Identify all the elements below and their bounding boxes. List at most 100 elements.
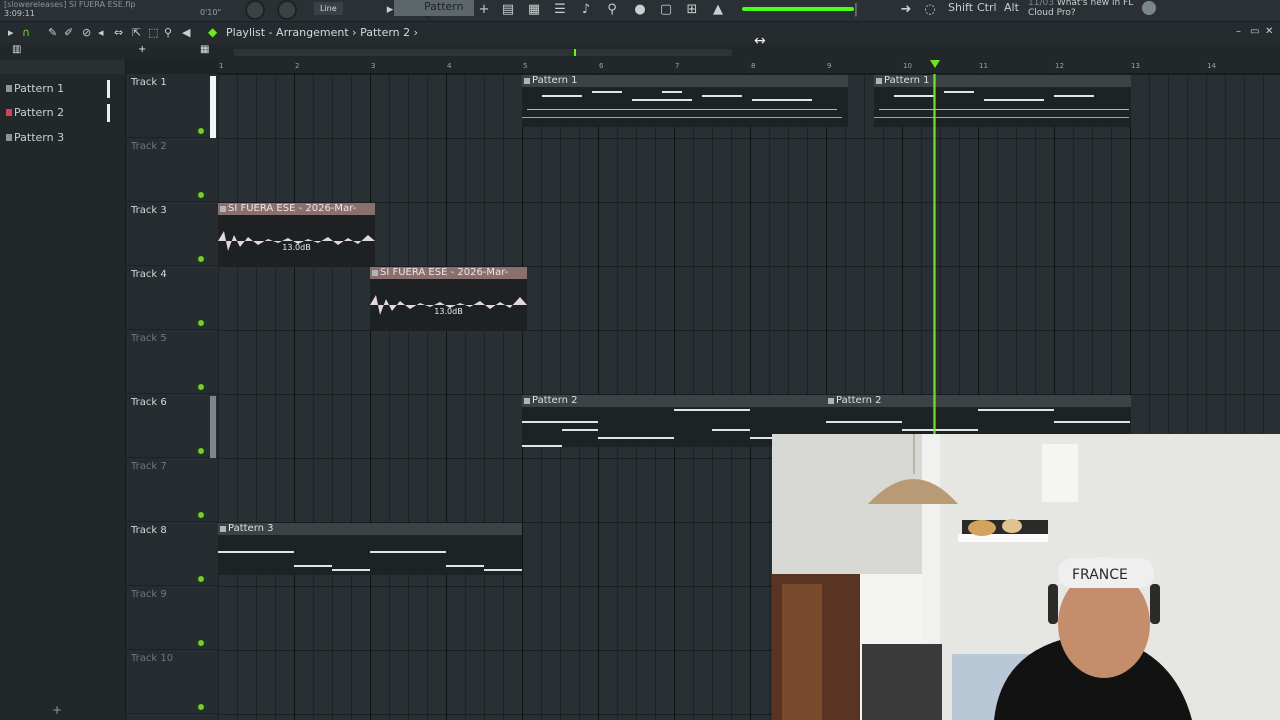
playhead[interactable] — [933, 74, 936, 434]
track-mute-led[interactable] — [198, 704, 204, 710]
piano-icon[interactable]: ▥ — [12, 44, 21, 55]
track-mute-led[interactable] — [198, 192, 204, 198]
channel-rack-icon[interactable]: ▦ — [526, 2, 542, 18]
master-volume-slider[interactable] — [742, 7, 854, 11]
track-headers: Track 1 Track 2 Track 3 Track 4 Track 5 … — [126, 74, 218, 720]
bar-number: 8 — [751, 62, 756, 70]
horizontal-scrollbar[interactable] — [234, 49, 732, 56]
track-header[interactable]: Track 5 — [126, 330, 218, 394]
svg-text:FRANCE: FRANCE — [1072, 567, 1128, 583]
microphone-icon[interactable]: ● — [632, 2, 648, 18]
clip-label: SI FUERA ESE - 2026-Mar-16_2 — [370, 267, 527, 290]
song-time: 3:09:11 — [4, 9, 35, 18]
track-selected-indicator — [210, 396, 216, 458]
playlist-titlebar: ▸ ∩ ✎ ✐ ⊘ ◂ ⇔ ⇱ ⬚ ⚲ ◀ ◆ Playlist - Arran… — [0, 22, 1280, 44]
maximize-icon[interactable]: ▭ — [1250, 26, 1259, 37]
select-icon[interactable]: ⬚ — [148, 26, 158, 39]
track-header[interactable]: Track 9 — [126, 586, 218, 650]
bar-number: 7 — [675, 62, 680, 70]
pencil-icon[interactable]: ✎ — [48, 26, 57, 39]
globe-icon[interactable] — [1142, 1, 1156, 15]
track-header[interactable]: Track 4 — [126, 266, 218, 330]
playback-icon[interactable]: ◀ — [182, 26, 190, 39]
stamp-icon[interactable]: ▲ — [710, 2, 726, 18]
brush-icon[interactable]: ✐ — [64, 26, 73, 39]
alt-key[interactable]: Alt — [1004, 1, 1019, 14]
bar-number: 11 — [979, 62, 988, 70]
track-mute-led[interactable] — [198, 576, 204, 582]
snap-selector[interactable]: Line — [314, 2, 343, 15]
bar-number: 14 — [1207, 62, 1216, 70]
zoom-icon[interactable]: ⚲ — [164, 26, 172, 39]
browser-icon[interactable]: ⊞ — [684, 2, 700, 18]
track-label: Track 5 — [131, 333, 167, 344]
delete-icon[interactable]: ⊘ — [82, 26, 91, 39]
track-header[interactable]: Track 2 — [126, 138, 218, 202]
bar-number: 3 — [371, 62, 376, 70]
track-mute-led[interactable] — [198, 320, 204, 326]
audio-clip[interactable]: SI FUERA ESE - 2026-Mar-16_2 13.0dB — [370, 267, 527, 331]
slip-icon[interactable]: ⇔ — [114, 26, 123, 39]
news-title: What's new in FL — [1056, 0, 1134, 8]
audio-clip[interactable]: SI FUERA ESE - 2026-Mar-16_2 13.0dB — [218, 203, 375, 267]
slider-handle-icon[interactable]: | — [848, 2, 864, 18]
mute-icon[interactable]: ◂ — [98, 26, 104, 39]
clipboard-icon[interactable]: ▢ — [658, 2, 674, 18]
close-icon[interactable]: ✕ — [1265, 26, 1273, 37]
piano-roll-icon[interactable]: ♪ — [578, 2, 594, 18]
track-mute-led[interactable] — [198, 128, 204, 134]
window-name: Playlist - Arrangement — [226, 26, 349, 39]
chat-icon[interactable]: ◌ — [922, 2, 938, 18]
track-label: Track 2 — [131, 141, 167, 152]
webcam-image: FRANCE — [772, 434, 1280, 720]
bar-number: 10 — [903, 62, 912, 70]
pattern-selector[interactable]: Pattern 2 — [394, 0, 474, 27]
play-icon[interactable]: ◆ — [208, 25, 217, 39]
add-pattern-icon[interactable]: + — [476, 2, 492, 18]
breadcrumb-pattern[interactable]: Pattern 2 — [360, 26, 410, 39]
pattern-clip[interactable]: Pattern 1 — [522, 75, 848, 139]
track-mute-led[interactable] — [198, 512, 204, 518]
minimize-icon[interactable]: – — [1236, 26, 1241, 37]
master-pitch-knob[interactable] — [277, 0, 297, 20]
track-header[interactable]: Track 1 — [126, 74, 218, 138]
track-label: Track 4 — [131, 269, 167, 280]
tempo-readout: 0'10" — [200, 8, 222, 17]
pattern-clip[interactable]: Pattern 3 — [218, 523, 522, 587]
shift-key[interactable]: Shift — [948, 1, 973, 14]
track-selected-indicator — [210, 76, 216, 138]
ctrl-key[interactable]: Ctrl — [977, 1, 997, 14]
slice-icon[interactable]: ⇱ — [132, 26, 141, 39]
add-track-icon[interactable]: + — [138, 44, 146, 55]
track-header[interactable]: Track 8 — [126, 522, 218, 586]
track-header[interactable]: Track 7 — [126, 458, 218, 522]
forward-arrow-icon[interactable]: ➜ — [898, 2, 914, 18]
track-mute-led[interactable] — [198, 256, 204, 262]
pattern-clip[interactable]: Pattern 1 — [874, 75, 1131, 139]
track-label: Track 3 — [131, 205, 167, 216]
magnet-icon[interactable]: ∩ — [22, 26, 30, 39]
bar-number: 13 — [1131, 62, 1140, 70]
playlist-icon[interactable]: ▤ — [500, 2, 516, 18]
track-header[interactable]: Track 6 — [126, 394, 218, 458]
track-header[interactable]: Track 3 — [126, 202, 218, 266]
track-mute-led[interactable] — [198, 384, 204, 390]
master-volume-knob[interactable] — [245, 0, 265, 20]
pattern-grid-icon[interactable]: ▦ — [200, 44, 209, 55]
menu-arrow-icon[interactable]: ▸ — [8, 26, 14, 39]
song-position-marker[interactable] — [930, 60, 940, 68]
timeline-ruler[interactable]: 1 2 3 4 5 6 7 8 9 10 11 12 13 14 — [218, 60, 1280, 74]
plugin-picker-icon[interactable]: ⚲ — [604, 2, 620, 18]
mixer-icon[interactable]: ☰ — [552, 2, 568, 18]
track-mute-led[interactable] — [198, 448, 204, 454]
picker-item-pattern-2[interactable]: Pattern 2 — [4, 104, 110, 122]
news-panel[interactable]: 11/03 What's new in FL Cloud Pro? — [1028, 0, 1133, 18]
track-header[interactable]: Track 10 — [126, 650, 218, 714]
add-pattern-button[interactable]: + — [52, 703, 62, 717]
resize-cursor-icon: ↔ — [754, 33, 766, 49]
picker-item-pattern-3[interactable]: Pattern 3 — [4, 129, 110, 147]
track-mute-led[interactable] — [198, 640, 204, 646]
picker-item-pattern-1[interactable]: Pattern 1 — [4, 80, 110, 98]
bar-number: 12 — [1055, 62, 1064, 70]
track-label: Track 8 — [131, 525, 167, 536]
